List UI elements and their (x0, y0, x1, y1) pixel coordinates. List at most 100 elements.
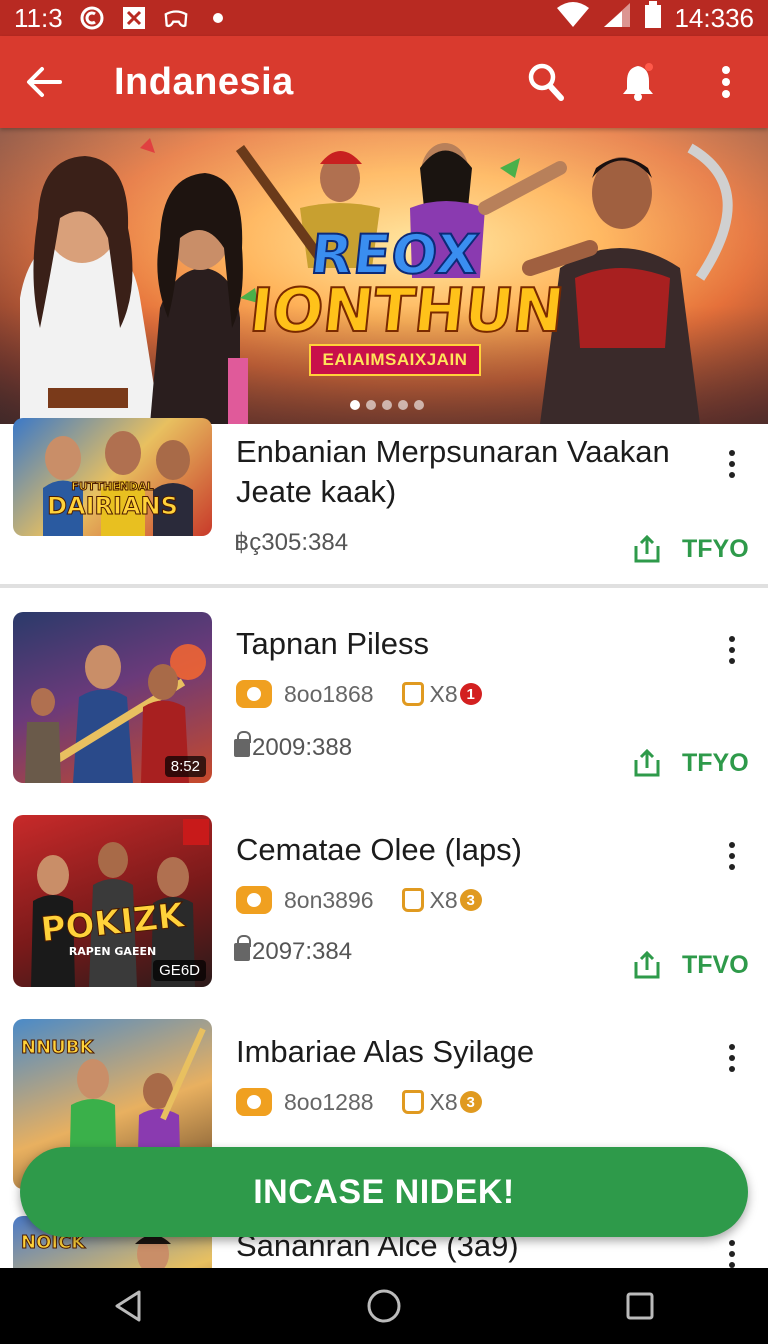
signal-icon (602, 2, 632, 35)
item-stat: 2097:384 (234, 935, 353, 966)
bag-icon (401, 1090, 424, 1114)
page-title: Indanesia (114, 60, 294, 103)
nav-home-button[interactable] (344, 1268, 424, 1344)
item-level-value: X8 (429, 680, 458, 707)
item-title-line2: Jeate kaak) (236, 474, 397, 509)
status-bar: 11:3 14:336 (0, 0, 768, 36)
more-vert-icon[interactable] (716, 444, 748, 484)
search-icon (528, 63, 564, 101)
thumbnail-duration-badge: GE6D (153, 960, 206, 981)
bag-icon (401, 682, 424, 706)
item-coins: 8on3896 (284, 886, 374, 913)
thumbnail-duration-badge: 8:52 (164, 756, 206, 777)
lock-icon (234, 935, 251, 961)
thumbnail-subtitle: RAPEN GAEEN (68, 945, 157, 958)
home-circle-icon (367, 1289, 401, 1323)
item-level-value: X8 (429, 1088, 458, 1115)
item-thumbnail: POKIZK RAPEN GAEEN GE6D (13, 815, 212, 987)
item-stat: ฿ ç305:384 (234, 528, 348, 557)
more-vert-icon (722, 66, 730, 98)
item-stat-value: 2097:384 (252, 938, 353, 965)
share-button[interactable]: TFVO (632, 950, 749, 980)
item-thumbnail: 8:52 (13, 612, 212, 783)
wifi-icon (556, 1, 590, 35)
item-stat: 2009:388 (234, 731, 353, 762)
status-time-left: 11:3 (14, 2, 63, 33)
list-item[interactable]: 8:52 Tapnan Piless 8oo1868 X8 1 2009:388… (0, 600, 768, 800)
item-title-line1: Enbanian Merpsunaran Vaakan (236, 434, 670, 469)
item-thumbnail: FUTTHENDAL DAIRIANS (13, 418, 212, 536)
carousel-dot[interactable] (382, 400, 392, 410)
item-title: Tapnan Piless (236, 626, 430, 661)
level-badge: 3 (459, 889, 482, 911)
carousel-dot[interactable] (366, 400, 376, 410)
share-icon (634, 950, 660, 979)
battery-icon (644, 0, 662, 36)
thumbnail-title: NNUBK (21, 1037, 94, 1059)
lock-icon (234, 731, 251, 757)
status-time-right: 14:336 (674, 2, 754, 33)
circle-c-icon (79, 5, 105, 31)
item-meta: 8on3896 X8 3 (236, 886, 482, 914)
list-item[interactable]: FUTTHENDAL DAIRIANS Enbanian Merpsunaran… (0, 418, 768, 584)
dot-icon (205, 5, 231, 31)
close-box-icon (121, 5, 147, 31)
search-button[interactable] (500, 36, 592, 128)
share-label: TFVO (682, 950, 749, 979)
item-title: Enbanian Merpsunaran Vaakan Jeate kaak) (236, 432, 670, 512)
more-vert-icon[interactable] (716, 630, 748, 670)
item-stat-prefix: ฿ (234, 529, 250, 556)
gamepad-icon (163, 5, 189, 31)
item-title: Imbariae Alas Syilage (236, 1034, 535, 1069)
notifications-button[interactable] (592, 36, 684, 128)
item-meta: 8oo1868 X8 1 (236, 680, 482, 708)
cta-button[interactable]: INCASE NIDEK! (20, 1147, 748, 1237)
nav-recents-button[interactable] (600, 1268, 680, 1344)
share-button[interactable]: TFYO (632, 534, 749, 564)
bell-icon (623, 63, 653, 101)
item-level: X8 3 (401, 1088, 482, 1116)
arrow-left-icon (27, 67, 62, 97)
nav-back-button[interactable] (88, 1268, 168, 1344)
hero-banner[interactable]: REOX IONTHUN EAIAIMSAIXJAIN (0, 128, 768, 424)
recents-square-icon (626, 1292, 654, 1320)
list-item[interactable]: POKIZK RAPEN GAEEN GE6D Cematae Olee (la… (0, 806, 768, 1006)
share-button[interactable]: TFYO (632, 748, 749, 778)
overflow-menu-button[interactable] (684, 36, 768, 128)
more-vert-icon[interactable] (716, 1234, 748, 1268)
share-label: TFYO (682, 748, 749, 777)
more-vert-icon[interactable] (716, 1038, 748, 1078)
system-nav-bar (0, 1268, 768, 1344)
share-icon (634, 748, 660, 777)
item-coins: 8oo1288 (284, 1088, 374, 1115)
banner-ribbon: EAIAIMSAIXJAIN (308, 344, 482, 376)
share-icon (634, 534, 660, 563)
item-level: X8 1 (401, 680, 482, 708)
banner-title-line2: IONTHUN (245, 275, 568, 347)
screen: 11:3 14:336 Indanesia REOX IONTHUN EAIAI… (0, 0, 768, 1344)
item-level-value: X8 (429, 886, 458, 913)
carousel-dot[interactable] (414, 400, 424, 410)
carousel-dot[interactable] (398, 400, 408, 410)
banner-title: REOX IONTHUN EAIAIMSAIXJAIN (245, 222, 568, 376)
app-bar: Indanesia (0, 36, 768, 128)
back-triangle-icon (115, 1290, 141, 1322)
thumbnail-title: DAIRIANS (47, 492, 179, 521)
item-title: Cematae Olee (laps) (236, 832, 523, 867)
coin-icon (236, 1088, 272, 1116)
carousel-dot[interactable] (350, 400, 360, 410)
more-vert-icon[interactable] (716, 836, 748, 876)
item-coins: 8oo1868 (284, 680, 374, 707)
level-badge: 3 (459, 1091, 482, 1113)
item-stat-value: ç305:384 (249, 528, 349, 556)
back-button[interactable] (0, 36, 88, 128)
level-badge: 1 (459, 683, 482, 705)
section-divider (0, 584, 768, 588)
share-label: TFYO (682, 534, 749, 563)
carousel-indicator (350, 400, 424, 410)
item-meta: 8oo1288 X8 3 (236, 1088, 482, 1116)
item-level: X8 3 (401, 886, 482, 914)
bag-icon (401, 888, 424, 912)
coin-icon (236, 680, 272, 708)
item-stat-value: 2009:388 (252, 734, 353, 761)
